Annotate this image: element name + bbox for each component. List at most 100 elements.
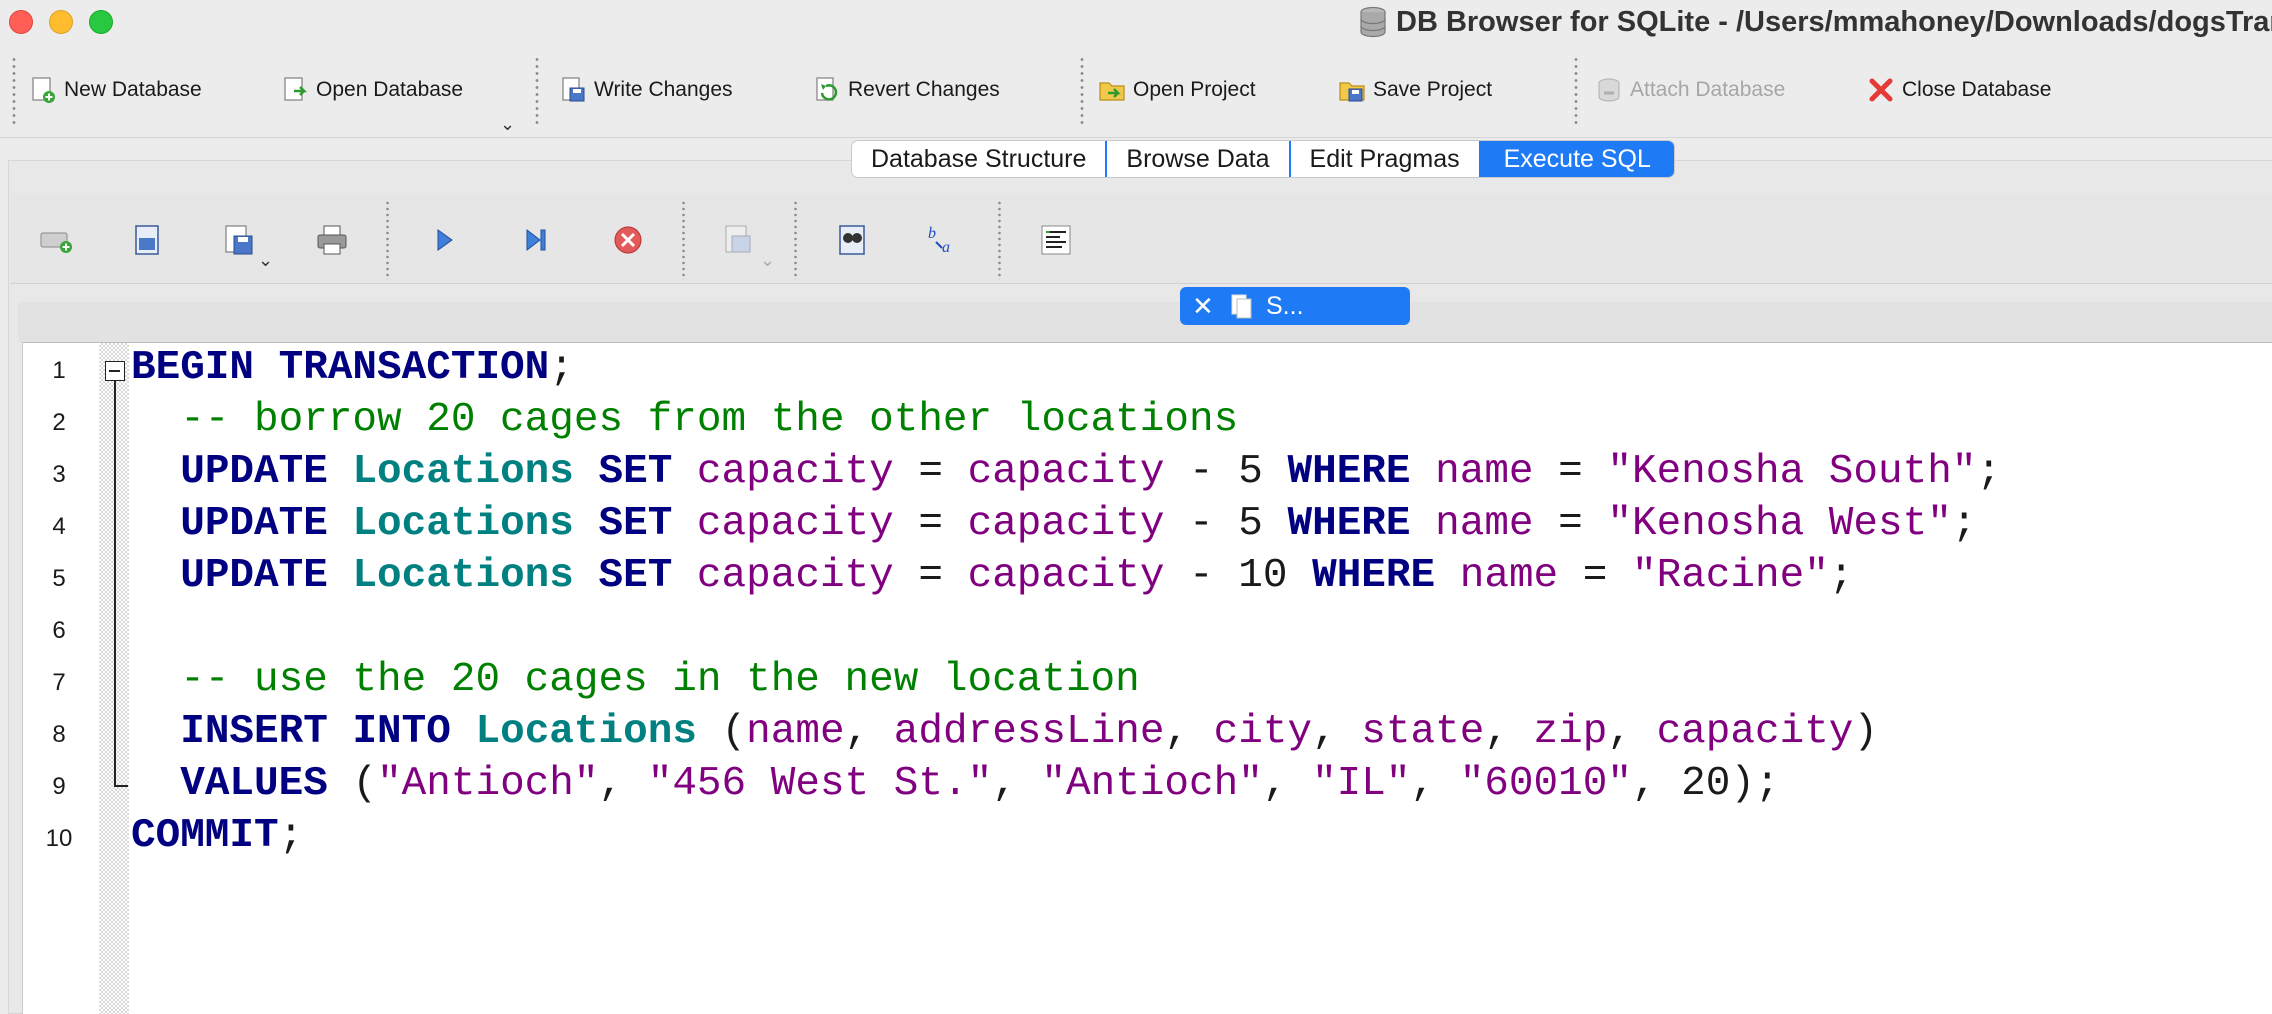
- code-line: 4 UPDATE Locations SET capacity = capaci…: [23, 499, 2272, 551]
- keyword: COMMIT: [131, 813, 279, 859]
- table-name: Locations: [352, 501, 574, 547]
- find-icon[interactable]: [832, 220, 872, 260]
- new-database-icon: [32, 77, 55, 103]
- punctuation: (: [721, 709, 747, 755]
- open-project-label: Open Project: [1133, 78, 1256, 101]
- number: 5: [1238, 449, 1263, 495]
- identifier: name: [1459, 553, 1559, 599]
- number: 20: [1681, 761, 1731, 807]
- open-project-button[interactable]: Open Project: [1097, 72, 1256, 108]
- identifier: capacity: [696, 501, 894, 547]
- line-number: 5: [52, 565, 66, 592]
- keyword: UPDATE: [180, 553, 328, 599]
- save-results-icon[interactable]: [718, 220, 758, 260]
- keyword: UPDATE: [180, 501, 328, 547]
- editor-tab-sql[interactable]: ✕ S...: [1180, 287, 1410, 325]
- print-icon[interactable]: [312, 220, 352, 260]
- string: "IL": [1312, 761, 1411, 807]
- save-sql-file-icon[interactable]: [220, 220, 260, 260]
- string: "60010": [1459, 761, 1632, 807]
- close-tab-icon[interactable]: ✕: [1192, 291, 1218, 322]
- svg-text:b: b: [928, 225, 936, 242]
- revert-changes-label: Revert Changes: [848, 78, 1000, 101]
- window-title-area: DB Browser for SQLite - /Users/mmahoney/…: [1358, 4, 2272, 40]
- number: 5: [1238, 501, 1263, 547]
- save-project-icon: [1339, 82, 1365, 102]
- sql-editor[interactable]: 1 BEGIN TRANSACTION; 2 -- borrow 20 cage…: [22, 342, 2272, 1014]
- keyword: SET: [598, 501, 673, 547]
- identifier: name: [746, 709, 845, 755]
- keyword: WHERE: [1312, 553, 1436, 599]
- toolbar-grip: [1574, 56, 1578, 126]
- database-icon: [1360, 6, 1386, 38]
- comment: -- use the 20 cages in the new location: [131, 657, 1140, 703]
- tab-browse-data[interactable]: Browse Data: [1107, 141, 1291, 177]
- write-changes-icon: [562, 77, 585, 102]
- stop-execution-icon[interactable]: [608, 220, 648, 260]
- open-sql-file-icon[interactable]: [128, 220, 168, 260]
- identifier: capacity: [696, 449, 894, 495]
- punctuation: ;: [1976, 449, 2002, 495]
- open-database-dropdown-icon[interactable]: ⌄: [500, 114, 515, 135]
- attach-database-icon: [1598, 78, 1620, 102]
- window-minimize-button[interactable]: [49, 10, 73, 34]
- close-database-button[interactable]: Close Database: [1866, 72, 2051, 108]
- revert-changes-button[interactable]: Revert Changes: [812, 72, 1000, 108]
- tab-execute-sql[interactable]: Execute SQL: [1480, 141, 1674, 177]
- window-close-button[interactable]: [9, 10, 33, 34]
- editor-tab-label: S...: [1266, 291, 1304, 320]
- close-database-icon: [1869, 78, 1893, 102]
- operator: =: [1582, 553, 1608, 599]
- line-number: 6: [52, 617, 66, 644]
- title-bar: DB Browser for SQLite - /Users/mmahoney/…: [0, 0, 2272, 44]
- code-line: 3 UPDATE Locations SET capacity = capaci…: [23, 447, 2272, 499]
- code-line: 7 -- use the 20 cages in the new locatio…: [23, 655, 2272, 707]
- open-tab-icon[interactable]: [36, 220, 76, 260]
- toolbar-separator: [386, 200, 389, 280]
- table-name: Locations: [352, 553, 574, 599]
- new-database-label: New Database: [64, 78, 202, 101]
- attach-database-button[interactable]: Attach Database: [1594, 72, 1785, 108]
- toolbar-separator: [794, 200, 797, 280]
- string: "Antioch": [1041, 761, 1263, 807]
- keyword: SET: [598, 449, 673, 495]
- execute-current-line-icon[interactable]: [516, 220, 556, 260]
- identifier: capacity: [696, 553, 894, 599]
- write-changes-button[interactable]: Write Changes: [558, 72, 733, 108]
- execute-all-icon[interactable]: [424, 220, 464, 260]
- keyword: INSERT INTO: [180, 709, 451, 755]
- operator: =: [918, 553, 943, 599]
- keyword: SET: [598, 553, 673, 599]
- window-title: DB Browser for SQLite - /Users/mmahoney/…: [1396, 5, 2272, 38]
- table-name: Locations: [352, 449, 574, 495]
- tab-database-structure[interactable]: Database Structure: [852, 141, 1108, 177]
- code-line: 2 -- borrow 20 cages from the other loca…: [23, 395, 2272, 447]
- save-results-dropdown-icon[interactable]: ⌄: [760, 250, 775, 271]
- write-changes-label: Write Changes: [594, 78, 733, 101]
- string: "Antioch": [377, 761, 599, 807]
- identifier: state: [1361, 709, 1485, 755]
- punctuation: ): [1853, 709, 1879, 755]
- code-line: 6: [23, 603, 2272, 655]
- identifier: capacity: [967, 449, 1165, 495]
- operator: -: [1189, 449, 1214, 495]
- code-line: 9 VALUES ("Antioch", "456 West St.", "An…: [23, 759, 2272, 811]
- line-number: 4: [52, 513, 66, 540]
- save-project-button[interactable]: Save Project: [1337, 72, 1492, 108]
- open-database-icon: [284, 77, 308, 101]
- find-replace-icon[interactable]: b a: [924, 220, 964, 260]
- save-sql-dropdown-icon[interactable]: ⌄: [258, 250, 273, 271]
- new-database-button[interactable]: New Database: [28, 72, 202, 108]
- toolbar-grip: [1080, 56, 1084, 126]
- comment-toggle-icon[interactable]: [1036, 220, 1076, 260]
- punctuation: ;: [278, 813, 304, 859]
- string: "Racine": [1631, 553, 1829, 599]
- line-number: 10: [45, 825, 73, 852]
- table-name: Locations: [475, 709, 697, 755]
- punctuation: ;: [1951, 501, 1977, 547]
- window-maximize-button[interactable]: [89, 10, 113, 34]
- tab-edit-pragmas[interactable]: Edit Pragmas: [1291, 141, 1481, 177]
- identifier: name: [1435, 501, 1534, 547]
- save-project-label: Save Project: [1373, 78, 1493, 101]
- open-database-button[interactable]: Open Database: [280, 72, 463, 108]
